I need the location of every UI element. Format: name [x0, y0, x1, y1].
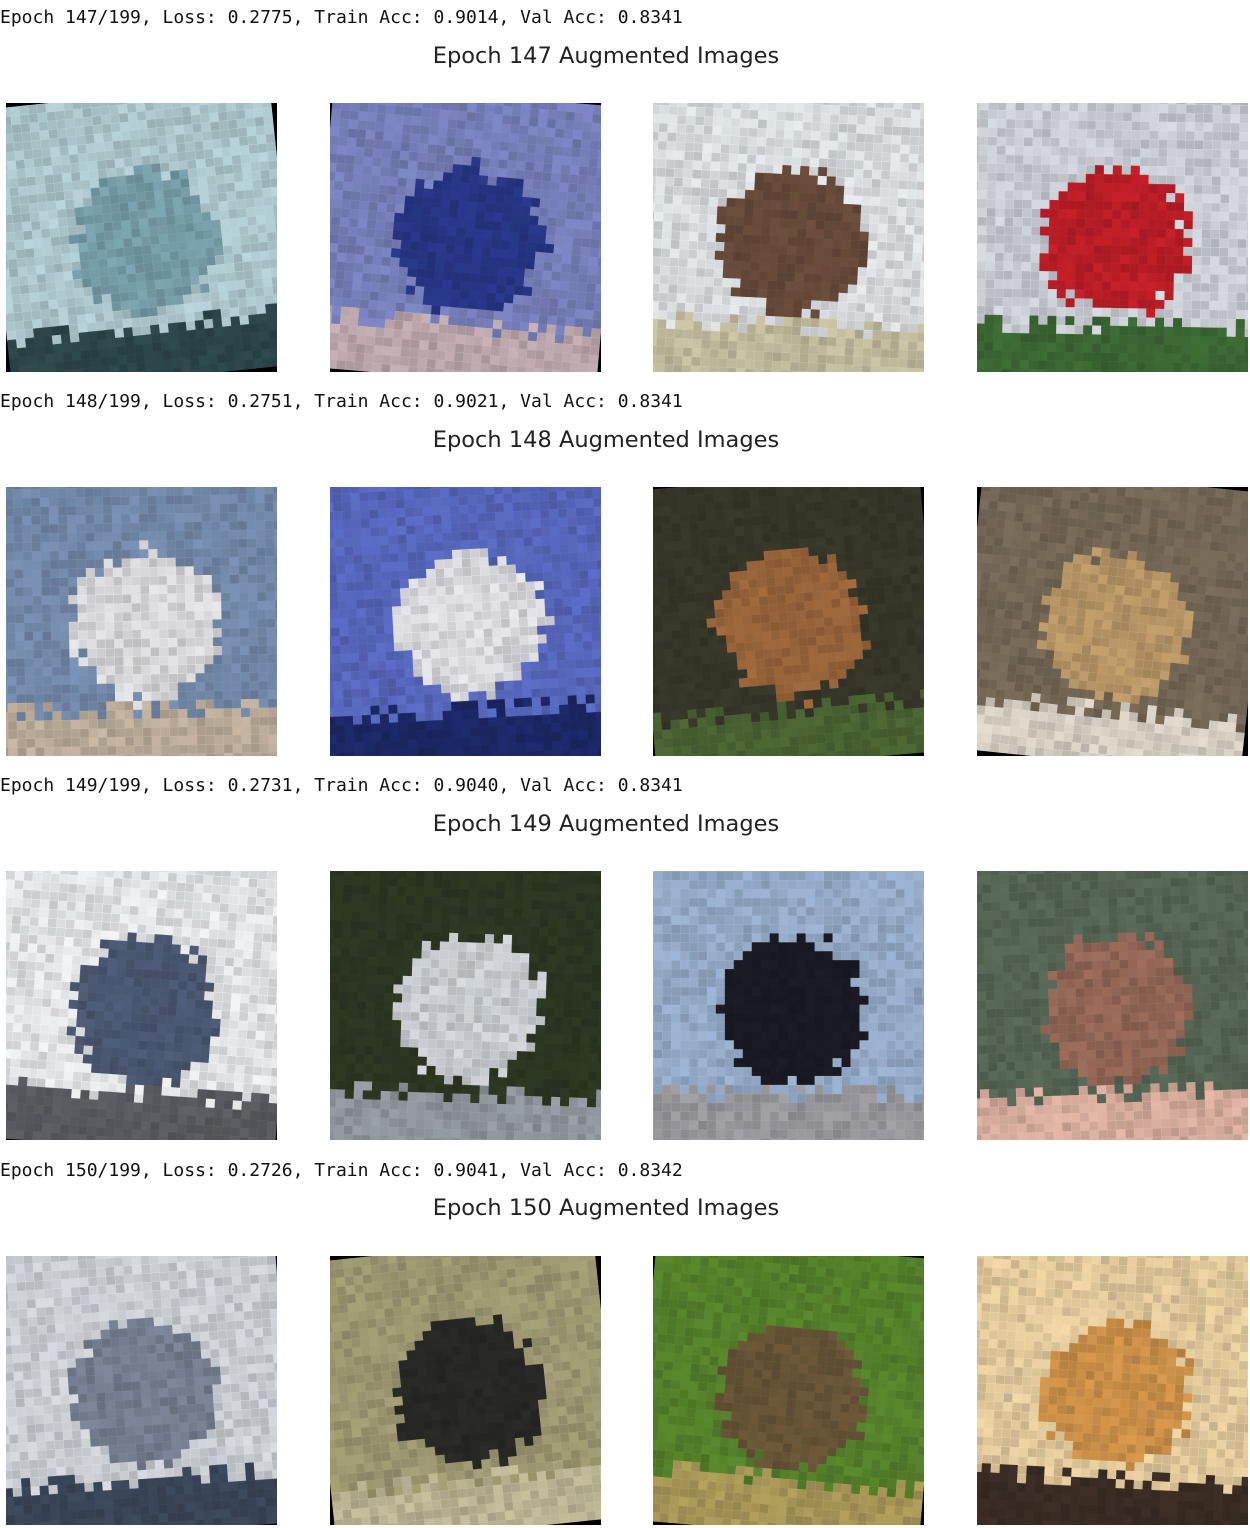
augmented-image [330, 103, 601, 372]
augmented-image [330, 871, 601, 1140]
augmented-image [330, 487, 601, 756]
airplane-image [6, 103, 277, 372]
training-log-line: Epoch 148/199, Loss: 0.2751, Train Acc: … [0, 391, 683, 412]
training-log-line: Epoch 147/199, Loss: 0.2775, Train Acc: … [0, 7, 683, 28]
augmented-image [653, 871, 924, 1140]
car-image [6, 487, 277, 756]
augmented-image [330, 1256, 601, 1525]
figure-title: Epoch 150 Augmented Images [432, 1195, 780, 1221]
deer-image [977, 871, 1248, 1140]
cat-image [977, 487, 1248, 756]
frog-image [653, 1256, 924, 1525]
augmented-image [653, 1256, 924, 1525]
augmented-image [653, 487, 924, 756]
figure-title: Epoch 149 Augmented Images [432, 811, 780, 837]
augmented-image [977, 487, 1248, 756]
training-log-line: Epoch 150/199, Loss: 0.2726, Train Acc: … [0, 1160, 683, 1181]
augmented-image [6, 103, 277, 372]
ship-image [330, 487, 601, 756]
figure-title: Epoch 147 Augmented Images [432, 43, 780, 69]
augmented-image [977, 103, 1248, 372]
augmented-image [6, 871, 277, 1140]
ship-image [330, 103, 601, 372]
car-image [977, 103, 1248, 372]
augmented-image [977, 871, 1248, 1140]
truck-image [6, 871, 277, 1140]
ship-image [6, 1256, 277, 1525]
training-log-line: Epoch 149/199, Loss: 0.2731, Train Acc: … [0, 775, 683, 796]
augmented-image [6, 487, 277, 756]
horse-image [653, 103, 924, 372]
dog-image [653, 871, 924, 1140]
augmented-image [977, 1256, 1248, 1525]
figure-title: Epoch 148 Augmented Images [432, 427, 780, 453]
deer-image [653, 487, 924, 756]
horse-image [330, 871, 601, 1140]
cat-image [330, 1256, 601, 1525]
dog-image [977, 1256, 1248, 1525]
augmented-image [6, 1256, 277, 1525]
augmented-image [653, 103, 924, 372]
